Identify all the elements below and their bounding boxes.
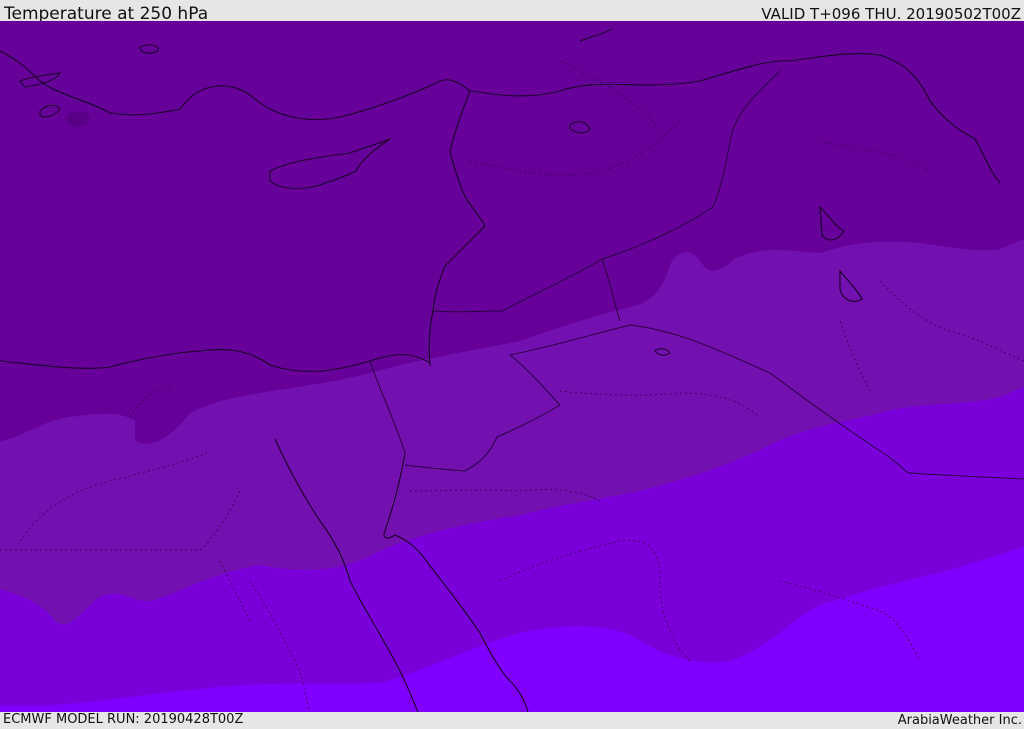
- weather-map-frame: Temperature at 250 hPa VALID T+096 THU. …: [0, 0, 1024, 729]
- cold-blob: [66, 111, 90, 127]
- footer-bar: ECMWF MODEL RUN: 20190428T00Z ArabiaWeat…: [0, 712, 1024, 729]
- map-canvas: [0, 21, 1024, 712]
- credit-label: ArabiaWeather Inc.: [897, 713, 1022, 728]
- model-run-label: ECMWF MODEL RUN: 20190428T00Z: [3, 712, 244, 727]
- header-bar: Temperature at 250 hPa VALID T+096 THU. …: [0, 0, 1024, 24]
- temperature-map: [0, 21, 1024, 712]
